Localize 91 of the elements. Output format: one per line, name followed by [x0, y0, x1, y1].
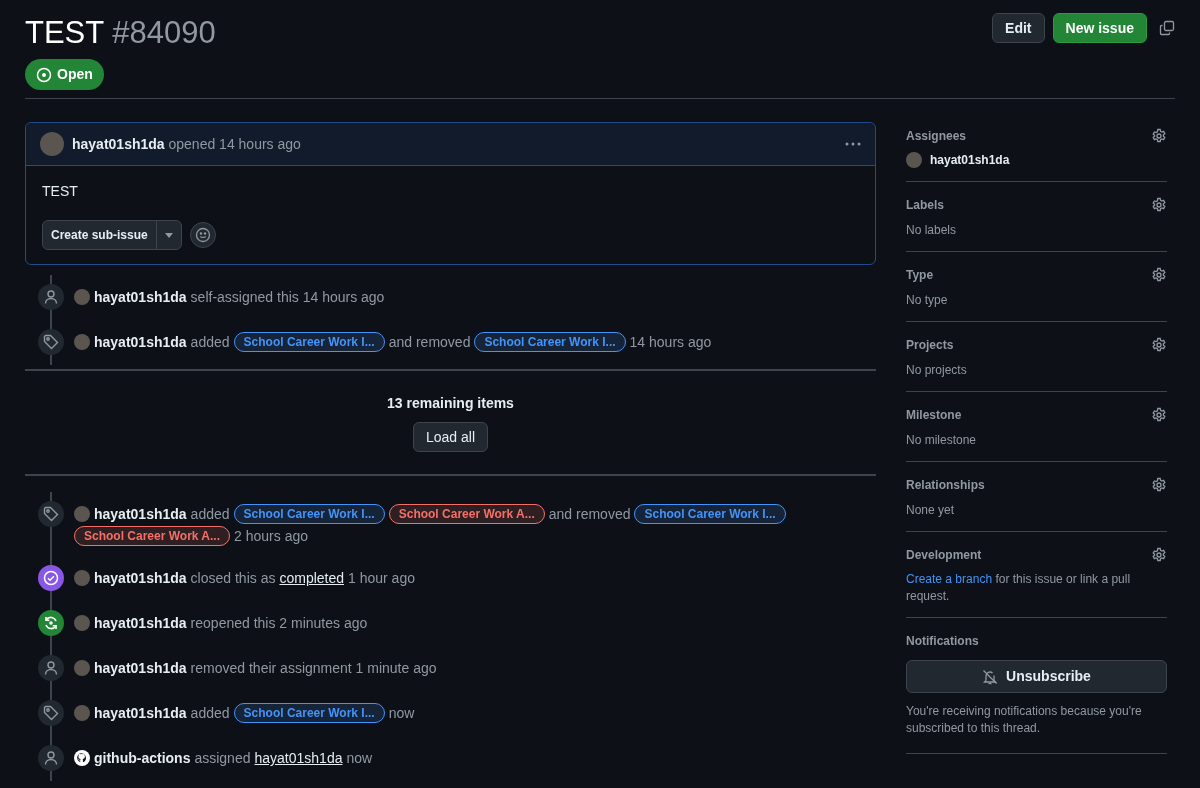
avatar	[74, 705, 90, 722]
issue-title: TEST #84090	[25, 14, 216, 52]
event-text: added	[190, 505, 230, 525]
assignee-link[interactable]: hayat01sh1da	[930, 151, 1010, 170]
check-circle-icon	[38, 565, 64, 592]
section-value: No projects	[906, 362, 968, 380]
section-value: None yet	[906, 502, 956, 520]
section-title: Relationships	[906, 477, 985, 495]
event-text: 1 hour ago	[348, 569, 415, 589]
section-value: No type	[906, 292, 949, 310]
avatar	[74, 570, 90, 587]
section-title: Milestone	[906, 407, 962, 425]
event-text: assigned	[194, 749, 251, 769]
settings-icon[interactable]	[1151, 128, 1167, 145]
username-link[interactable]: hayat01sh1da	[94, 287, 187, 308]
username-link[interactable]: hayat01sh1da	[94, 703, 187, 724]
unsubscribe-button[interactable]: Unsubscribe	[906, 660, 1167, 694]
label-tag[interactable]: School Career Work I...	[474, 332, 626, 353]
section-title: Notifications	[906, 633, 979, 651]
settings-icon[interactable]	[1151, 197, 1167, 214]
avatar	[906, 152, 922, 169]
inline-link[interactable]: completed	[279, 568, 345, 589]
username-link[interactable]: hayat01sh1da	[94, 504, 187, 525]
section-value: No labels	[906, 222, 958, 240]
event-text: 2 hours ago	[234, 527, 308, 547]
create-branch-link[interactable]: Create a branch	[906, 572, 993, 587]
load-all-button[interactable]: Load all	[412, 422, 488, 453]
settings-icon[interactable]	[1151, 407, 1167, 424]
avatar	[74, 506, 90, 523]
username-link[interactable]: hayat01sh1da	[94, 658, 187, 679]
tag-icon	[38, 501, 64, 528]
copy-icon[interactable]	[1159, 20, 1175, 36]
comment-body: TEST	[42, 182, 79, 202]
add-reaction-button[interactable]	[189, 222, 216, 249]
person-icon	[38, 745, 64, 772]
label-tag[interactable]: School Career Work I...	[233, 504, 385, 525]
username-link[interactable]: hayat01sh1da	[94, 613, 187, 634]
author-link[interactable]: hayat01sh1da	[72, 135, 165, 152]
status-badge: Open	[25, 59, 104, 91]
event-text: removed their assignment 1 minute ago	[190, 659, 437, 679]
section-value: No milestone	[906, 432, 978, 450]
section-title: Assignees	[906, 128, 967, 146]
new-issue-button[interactable]: New issue	[1052, 13, 1147, 43]
event-text: added	[190, 704, 230, 724]
event-text: 14 hours ago	[629, 333, 712, 353]
edit-button[interactable]: Edit	[992, 13, 1045, 43]
event-text: reopened this 2 minutes ago	[190, 614, 368, 634]
label-tag[interactable]: School Career Work I...	[233, 703, 385, 724]
tag-icon	[38, 700, 64, 727]
username-link[interactable]: hayat01sh1da	[94, 332, 187, 353]
avatar	[74, 615, 90, 632]
settings-icon[interactable]	[1151, 267, 1167, 284]
label-tag[interactable]: School Career Work I...	[233, 332, 385, 353]
more-options-icon[interactable]	[845, 142, 861, 147]
label-tag[interactable]: School Career Work A...	[388, 504, 545, 525]
bell-slash-icon	[982, 668, 999, 685]
avatar	[74, 289, 90, 306]
bot-avatar-icon	[74, 750, 90, 767]
username-link[interactable]: github-actions	[94, 748, 191, 769]
avatar	[74, 660, 90, 677]
section-title: Type	[906, 267, 934, 285]
sync-icon	[38, 610, 64, 637]
event-text: and removed	[548, 505, 631, 525]
comment-meta: opened 14 hours ago	[168, 135, 301, 152]
create-sub-issue-button[interactable]: Create sub-issue	[43, 221, 156, 250]
avatar	[40, 132, 64, 157]
label-tag[interactable]: School Career Work I...	[634, 504, 786, 525]
remaining-items-text: 13 remaining items	[386, 394, 515, 414]
event-text: and removed	[388, 333, 471, 353]
notification-note: You're receiving notifications because you're subscribed to this thread.	[906, 703, 1143, 738]
section-title: Projects	[906, 337, 954, 355]
event-text: self-assigned this 14 hours ago	[190, 288, 385, 308]
settings-icon[interactable]	[1151, 337, 1167, 354]
label-tag[interactable]: School Career Work A...	[74, 526, 231, 547]
settings-icon[interactable]	[1151, 477, 1167, 494]
development-text: Create a branch for this issue or link a pull request.	[906, 571, 1132, 606]
section-title: Development	[906, 547, 982, 565]
smiley-icon	[194, 227, 211, 244]
split-button[interactable]: Create sub-issue	[42, 220, 182, 251]
event-text: now	[346, 749, 373, 769]
avatar	[74, 334, 90, 351]
event-text: now	[388, 704, 415, 724]
person-icon	[38, 284, 64, 311]
tag-icon	[38, 329, 64, 356]
event-text: closed this as	[190, 569, 276, 589]
person-icon	[38, 655, 64, 682]
inline-link[interactable]: hayat01sh1da	[254, 748, 343, 769]
settings-icon[interactable]	[1151, 547, 1167, 564]
event-text: added	[190, 333, 230, 353]
section-title: Labels	[906, 197, 944, 215]
username-link[interactable]: hayat01sh1da	[94, 568, 187, 589]
